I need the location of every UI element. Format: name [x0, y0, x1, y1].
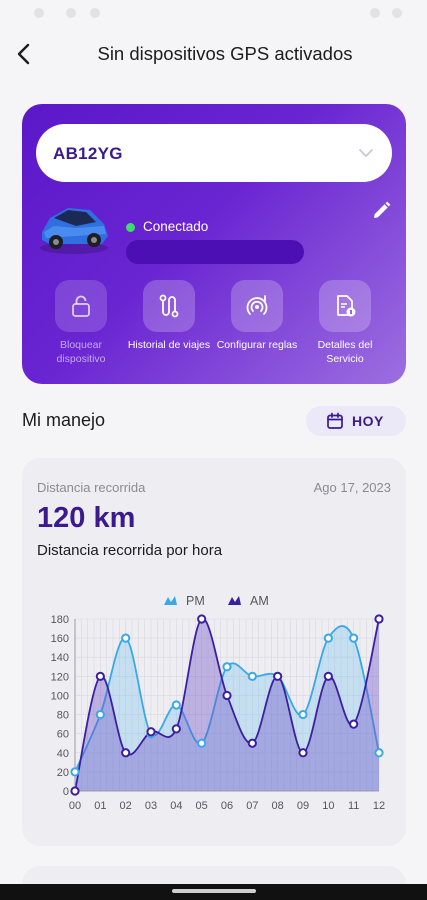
data-point-pm	[70, 767, 80, 777]
y-tick-label: 20	[57, 767, 69, 779]
connection-status-bar	[126, 240, 304, 264]
data-point-pm	[349, 633, 359, 643]
x-tick-label: 08	[272, 800, 284, 812]
x-tick-label: 01	[94, 800, 106, 812]
data-point-am	[273, 671, 283, 681]
notification-icon	[90, 8, 100, 18]
data-point-am	[222, 690, 232, 701]
service-details-action[interactable]: Detalles del Servicio	[304, 280, 386, 370]
data-point-pm	[95, 709, 105, 720]
data-point-am	[374, 614, 384, 624]
app-header: Sin dispositivos GPS activados	[0, 26, 427, 84]
connection-status-label: Conectado	[143, 219, 209, 234]
data-point-pm	[374, 748, 384, 758]
wifi-icon	[370, 8, 380, 18]
home-handle[interactable]	[172, 889, 256, 893]
x-tick-label: 03	[145, 800, 157, 812]
data-point-pm	[171, 700, 181, 710]
data-point-am	[171, 724, 181, 734]
data-point-pm	[298, 709, 308, 720]
action-label: Bloquear dispositivo	[56, 339, 106, 365]
data-point-am	[349, 719, 359, 729]
data-point-am	[121, 748, 131, 758]
x-tick-label: 04	[170, 800, 182, 812]
legend-marker	[228, 596, 241, 605]
date-filter-button[interactable]: HOY	[306, 406, 406, 436]
data-point-am	[70, 786, 80, 796]
connection-status-dot	[126, 223, 135, 232]
x-tick-label: 07	[246, 800, 258, 812]
y-tick-label: 140	[51, 652, 69, 664]
data-point-am	[146, 727, 156, 737]
notification-icon	[66, 8, 76, 18]
action-label: Configurar reglas	[216, 339, 298, 351]
status-bar	[0, 0, 427, 26]
data-point-am	[323, 671, 333, 681]
page-title: Sin dispositivos GPS activados	[97, 43, 353, 64]
y-tick-label: 120	[51, 671, 69, 683]
x-tick-label: 06	[221, 800, 233, 812]
data-point-pm	[247, 671, 257, 681]
data-point-pm	[323, 633, 333, 643]
legend-label: AM	[250, 594, 269, 608]
date-filter-label: HOY	[352, 413, 384, 429]
calendar-icon	[327, 412, 343, 429]
data-point-pm	[121, 633, 131, 643]
route-icon	[159, 294, 179, 318]
data-point-pm	[222, 662, 232, 672]
data-point-am	[247, 738, 257, 748]
legend-item-am: AM	[228, 594, 269, 608]
y-tick-label: 180	[51, 614, 69, 626]
y-tick-label: 160	[51, 633, 69, 645]
x-tick-label: 10	[322, 800, 334, 812]
distance-chart: 0 20 40 60 80 100 120 140 160 180 00 01 02 03 04 05 06 07…	[51, 594, 385, 812]
y-tick-label: 40	[57, 748, 69, 760]
lock-icon	[72, 295, 90, 317]
x-tick-label: 11	[348, 800, 359, 812]
notification-icon	[34, 8, 44, 18]
pencil-icon[interactable]	[370, 200, 392, 222]
y-tick-label: 100	[51, 690, 69, 702]
distance-card: Distancia recorrida Ago 17, 2023 120 km …	[22, 458, 406, 846]
configure-rules-action[interactable]: Configurar reglas	[216, 280, 298, 370]
car-icon	[40, 208, 108, 254]
legend-label: PM	[186, 594, 205, 608]
action-label: Historial de viajes	[127, 339, 211, 351]
battery-icon	[392, 8, 402, 18]
y-tick-label: 60	[57, 729, 69, 741]
section-title: Mi manejo	[22, 410, 106, 430]
trip-history-action[interactable]: Historial de viajes	[128, 280, 210, 370]
data-point-am	[197, 614, 207, 624]
arrow-left-icon	[17, 43, 30, 65]
back-button[interactable]	[10, 40, 38, 68]
y-tick-label: 0	[63, 786, 69, 798]
vehicle-card: AB12YG Conectado Bloquear dispositivo Hi…	[22, 104, 406, 384]
document-info-icon	[337, 295, 356, 317]
vehicle-plate: AB12YG	[53, 144, 123, 163]
x-tick-label: 05	[196, 800, 208, 812]
data-point-am	[298, 748, 308, 758]
legend-item-pm: PM	[164, 594, 205, 608]
x-tick-label: 02	[120, 800, 132, 812]
x-tick-label: 00	[69, 800, 81, 812]
legend-marker	[164, 596, 177, 605]
navigation-bar	[0, 884, 427, 900]
vehicle-select[interactable]: AB12YG	[36, 124, 392, 182]
x-tick-label: 12	[373, 800, 385, 812]
chevron-down-icon	[359, 149, 373, 157]
block-device-action[interactable]: Bloquear dispositivo	[40, 280, 122, 370]
data-point-pm	[197, 738, 207, 748]
action-label: Detalles del Servicio	[317, 339, 373, 365]
y-tick-label: 80	[57, 710, 69, 722]
data-point-am	[95, 671, 105, 681]
x-tick-label: 09	[297, 800, 309, 812]
signal-rules-icon	[246, 295, 268, 315]
